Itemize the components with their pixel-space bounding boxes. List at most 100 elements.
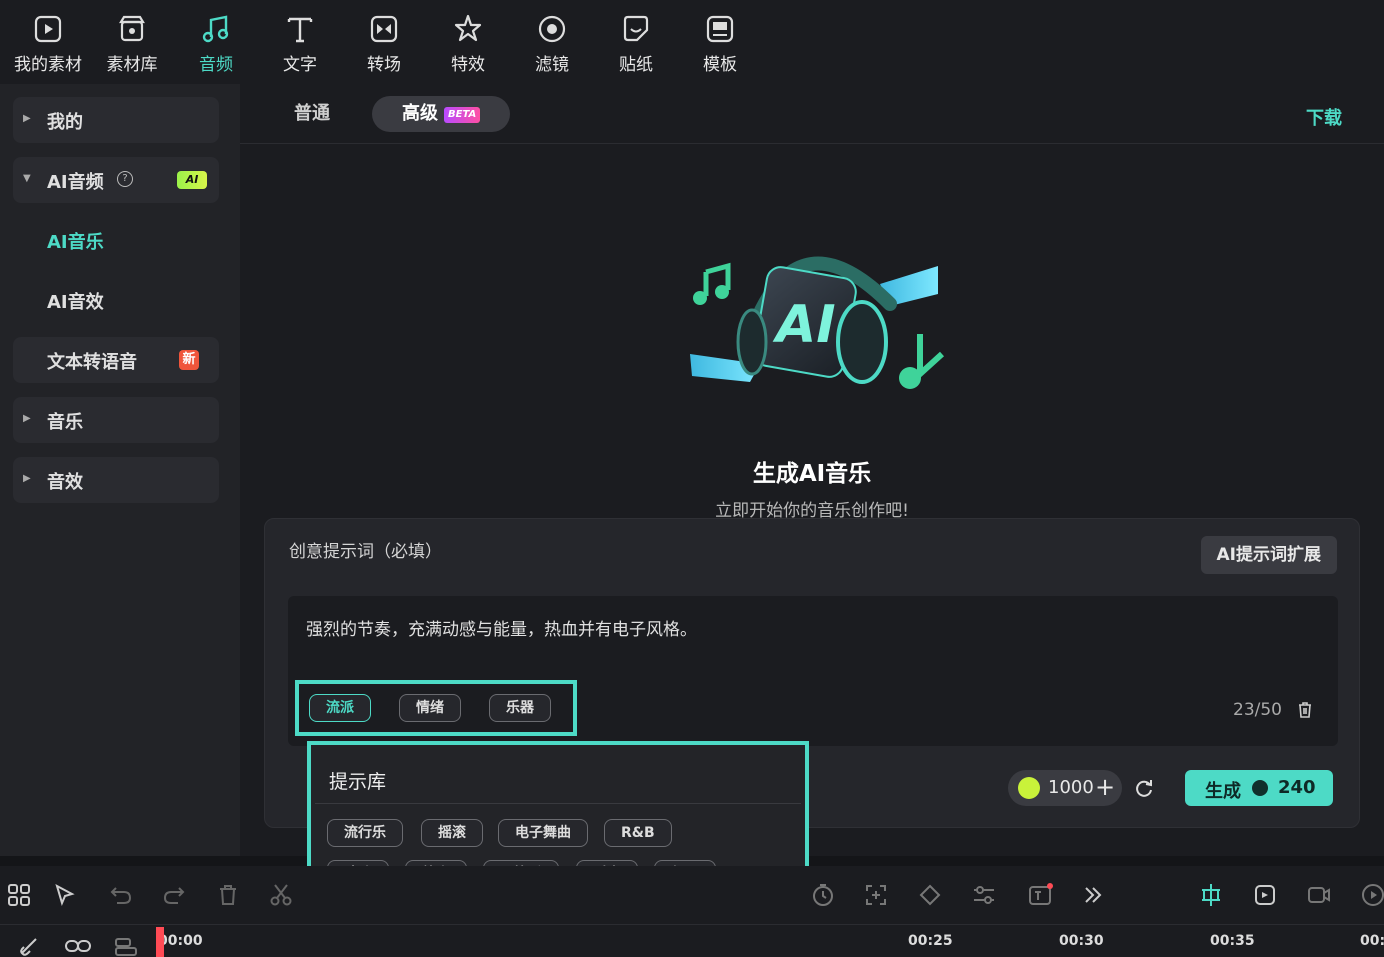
ai-prompt-expand-button[interactable]: AI提示词扩展 — [1200, 536, 1337, 574]
generate-cost: 240 — [1278, 777, 1316, 798]
chain-link-icon[interactable] — [64, 937, 92, 955]
tick-label: 00:30 — [1059, 933, 1104, 949]
transition-icon — [370, 15, 398, 43]
chip-instrument[interactable]: 乐器 — [489, 694, 551, 722]
char-counter: 23/50 — [1233, 700, 1282, 720]
chevron-right-icon: ▶ — [23, 413, 31, 424]
tab-label: 普通 — [294, 103, 330, 124]
prompt-label: 创意提示词（必填） — [289, 542, 442, 562]
credits-pill[interactable]: 1000 + — [1008, 770, 1122, 806]
toolbar-sticker[interactable]: 贴纸 — [596, 6, 676, 78]
music-note-icon — [202, 15, 229, 43]
toolbar-label: 我的素材 — [14, 55, 82, 75]
video-track-icon[interactable] — [1306, 882, 1332, 908]
timeline-toolbar — [0, 866, 1384, 924]
sticker-icon — [623, 15, 649, 42]
scissors-icon[interactable] — [268, 882, 294, 908]
text-t-icon — [287, 17, 313, 43]
ai-badge: AI — [177, 171, 207, 189]
sidebar-item-label: 音效 — [47, 472, 83, 493]
snap-icon[interactable] — [1198, 882, 1224, 908]
sidebar-item-label: AI音频 — [47, 172, 104, 193]
generate-label: 生成 — [1205, 781, 1241, 802]
generate-button[interactable]: 生成 240 — [1185, 770, 1333, 806]
track-add-icon[interactable] — [113, 937, 139, 957]
play-circle-icon[interactable] — [1360, 882, 1384, 908]
toolbar-label: 特效 — [451, 55, 485, 75]
stock-store-icon — [119, 15, 145, 42]
svg-text:AI: AI — [772, 295, 836, 355]
toolbar-label: 音频 — [199, 55, 233, 75]
tick-label: 00:00 — [158, 933, 203, 949]
prompt-text[interactable]: 强烈的节奏，充满动感与能量，热血并有电子风格。 — [306, 615, 697, 640]
trash-icon[interactable] — [1295, 700, 1315, 720]
chevron-down-icon: ▼ — [23, 173, 31, 184]
delete-icon[interactable] — [215, 882, 241, 908]
tag-rock[interactable]: 摇滚 — [421, 819, 483, 847]
sidebar-item-ai-audio[interactable]: ▼ AI音频 ? AI — [13, 157, 219, 203]
link-off-icon[interactable] — [18, 935, 40, 957]
grid-icon[interactable] — [6, 882, 32, 908]
select-cursor-icon[interactable] — [52, 882, 78, 908]
tag-edm[interactable]: 电子舞曲 — [498, 819, 588, 847]
credit-coin-icon — [1252, 780, 1268, 796]
sidebar-item-ai-music[interactable]: AI音乐 — [13, 217, 219, 263]
chip-genre[interactable]: 流派 — [309, 694, 371, 722]
download-button[interactable]: 下载 — [1306, 104, 1342, 130]
toolbar-filter[interactable]: 滤镜 — [512, 6, 592, 78]
crop-add-icon[interactable] — [863, 882, 889, 908]
new-badge: 新 — [179, 350, 199, 370]
sidebar-item-sfx[interactable]: ▶ 音效 — [13, 457, 219, 503]
toolbar-template[interactable]: 模板 — [680, 6, 760, 78]
filter-icon — [538, 15, 566, 43]
hero-title: 生成AI音乐 — [752, 461, 872, 487]
tab-advanced[interactable]: 高级 BETA — [372, 96, 511, 132]
audio-clip-icon[interactable] — [1252, 882, 1278, 908]
toolbar-stock[interactable]: 素材库 — [92, 6, 172, 78]
toolbar-label: 转场 — [367, 55, 401, 75]
refresh-icon[interactable] — [1133, 777, 1155, 799]
template-icon — [706, 15, 734, 43]
sidebar-item-ai-sfx[interactable]: AI音效 — [13, 277, 219, 323]
sidebar-item-label: 音乐 — [47, 412, 83, 433]
toolbar-text[interactable]: 文字 — [260, 6, 340, 78]
chevron-right-icon: ▶ — [23, 473, 31, 484]
keyframe-icon[interactable] — [917, 882, 943, 908]
toolbar-label: 贴纸 — [619, 55, 653, 75]
chip-group-highlight: 流派 情绪 乐器 — [295, 680, 577, 736]
sidebar-item-music[interactable]: ▶ 音乐 — [13, 397, 219, 443]
tag-rnb[interactable]: R&B — [604, 819, 672, 847]
undo-icon[interactable] — [108, 882, 134, 908]
plus-icon[interactable]: + — [1095, 773, 1115, 801]
toolbar-label: 文字 — [283, 55, 317, 75]
credit-coin-icon — [1018, 777, 1040, 799]
tab-normal[interactable]: 普通 — [274, 96, 350, 132]
toolbar-label: 滤镜 — [535, 55, 569, 75]
adjust-sliders-icon[interactable] — [971, 882, 997, 908]
chip-mood[interactable]: 情绪 — [399, 694, 461, 722]
sidebar-item-tts[interactable]: 文本转语音 新 — [13, 337, 219, 383]
toolbar-transition[interactable]: 转场 — [344, 6, 424, 78]
more-chevron-icon[interactable] — [1080, 882, 1106, 908]
sidebar: ▶ 我的 ▼ AI音频 ? AI AI音乐 AI音效 文本转语音 新 ▶ 音乐 … — [0, 84, 240, 856]
redo-icon[interactable] — [161, 882, 187, 908]
timer-icon[interactable] — [810, 882, 836, 908]
sidebar-item-label: AI音乐 — [47, 232, 104, 253]
help-icon[interactable]: ? — [117, 171, 133, 187]
toolbar-effects[interactable]: 特效 — [428, 6, 508, 78]
ai-headphones-illustration: AI — [690, 256, 945, 389]
sidebar-item-mine[interactable]: ▶ 我的 — [13, 97, 219, 143]
my-media-icon — [34, 15, 62, 43]
chevron-right-icon: ▶ — [23, 113, 31, 124]
timeline-ruler[interactable]: 00:00 00:25 00:30 00:35 00: — [0, 924, 1384, 957]
playhead[interactable] — [156, 927, 164, 957]
sidebar-item-label: AI音效 — [47, 292, 104, 313]
toolbar-label: 模板 — [703, 55, 737, 75]
toolbar-my-media[interactable]: 我的素材 — [8, 6, 88, 78]
effects-star-icon — [454, 14, 482, 42]
tag-pop[interactable]: 流行乐 — [327, 819, 403, 847]
toolbar-label: 素材库 — [106, 55, 158, 75]
toolbar-audio[interactable]: 音频 — [176, 6, 256, 78]
ai-text-icon[interactable] — [1027, 882, 1053, 908]
tick-label: 00:25 — [908, 933, 953, 949]
